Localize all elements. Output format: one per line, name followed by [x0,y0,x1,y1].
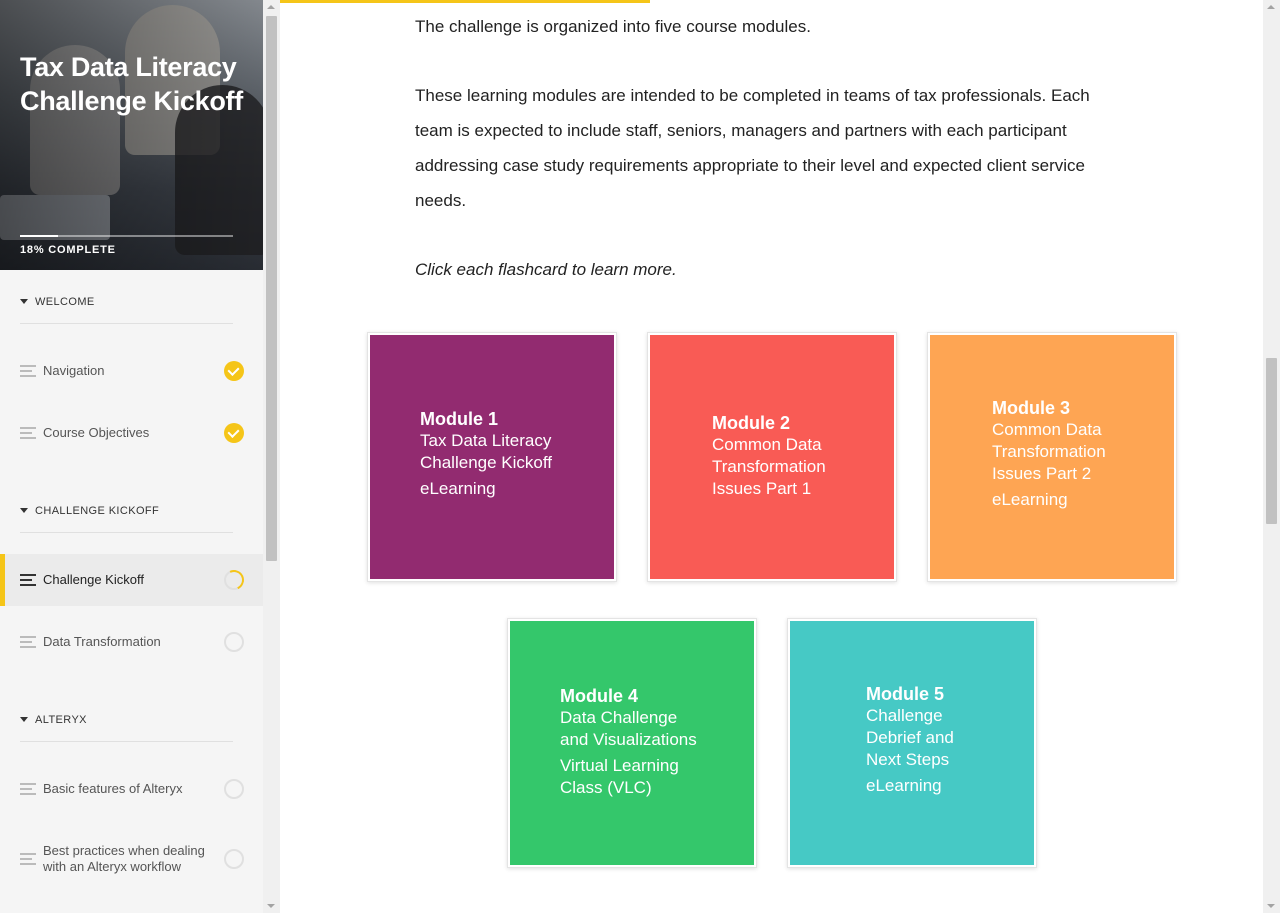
lesson-data-transformation[interactable]: Data Transformation [0,616,263,668]
lesson-basic-features-alteryx[interactable]: Basic features of Alteryx [0,763,263,815]
lesson-label: Best practices when dealing with an Alte… [43,843,205,874]
sidebar-scrollbar-thumb[interactable] [266,16,277,561]
progress-circle-icon [224,570,244,590]
empty-circle-icon [224,632,244,652]
section-header-challenge-kickoff[interactable]: CHALLENGE KICKOFF [20,499,233,533]
flashcard-title: Module 5 [866,684,945,704]
lesson-course-objectives[interactable]: Course Objectives [0,407,263,459]
check-circle-icon [224,361,244,381]
flashcard-body: Data Challenge and Visualizations [560,708,697,749]
flashcard-title: Module 1 [420,409,499,429]
flashcard-format: eLearning [420,479,496,498]
course-title: Tax Data Literacy Challenge Kickoff [20,52,243,116]
instruction-text: Click each flashcard to learn more. [415,260,677,279]
flashcard-module-3[interactable]: Module 3 Common Data Transformation Issu… [927,332,1177,582]
flashcard-title: Module 3 [992,398,1071,418]
lesson-label: Basic features of Alteryx [43,781,183,796]
flashcard-text: Module 2 Common Data Transformation Issu… [712,412,842,500]
section-label: CHALLENGE KICKOFF [35,505,160,517]
caret-down-icon [20,299,28,304]
check-circle-icon [224,423,244,443]
lesson-challenge-kickoff[interactable]: Challenge Kickoff [0,554,263,606]
flashcard-module-1[interactable]: Module 1 Tax Data Literacy Challenge Kic… [367,332,617,582]
caret-down-icon [20,508,28,513]
lesson-text-icon [20,365,36,377]
flashcard-body: Common Data Transformation Issues Part 2 [992,420,1106,483]
empty-circle-icon [224,849,244,869]
lesson-content: The challenge is organized into five cou… [280,0,1263,913]
lesson-label: Data Transformation [43,634,161,649]
scroll-down-icon[interactable] [1267,904,1275,908]
flashcard-text: Module 5 Challenge Debrief and Next Step… [866,683,966,797]
flashcard-format: Virtual Learning Class (VLC) [560,756,679,797]
flashcard-format: eLearning [992,490,1068,509]
flashcard-text: Module 3 Common Data Transformation Issu… [992,397,1122,511]
flashcard-text: Module 4 Data Challenge and Visualizatio… [560,685,710,799]
lesson-navigation[interactable]: Navigation [0,345,263,397]
content-scrollbar[interactable] [1263,0,1280,913]
flashcard-module-2[interactable]: Module 2 Common Data Transformation Issu… [647,332,897,582]
lesson-text-icon [20,574,36,586]
section-header-alteryx[interactable]: ALTERYX [20,708,233,742]
flashcard-body: Common Data Transformation Issues Part 1 [712,435,826,498]
lesson-text-icon [20,783,36,795]
section-label: ALTERYX [35,714,87,726]
flashcard-module-5[interactable]: Module 5 Challenge Debrief and Next Step… [787,618,1037,868]
scroll-up-icon[interactable] [267,5,275,9]
course-hero-image: Tax Data Literacy Challenge Kickoff 18% … [0,0,263,270]
lesson-text-icon [20,427,36,439]
lesson-label: Challenge Kickoff [43,572,144,587]
course-progress-label: 18% COMPLETE [20,244,116,256]
lesson-text-icon [20,853,36,865]
flashcard-module-4[interactable]: Module 4 Data Challenge and Visualizatio… [507,618,757,868]
section-label: WELCOME [35,296,95,308]
course-progress-bar [20,235,233,237]
flashcard-title: Module 4 [560,686,639,706]
course-sidebar: Tax Data Literacy Challenge Kickoff 18% … [0,0,263,913]
flashcard-format: eLearning [866,776,942,795]
lesson-progress-indicator [280,0,650,3]
sidebar-scrollbar[interactable] [263,0,280,913]
empty-circle-icon [224,779,244,799]
lesson-label: Course Objectives [43,425,150,440]
description-paragraph: These learning modules are intended to b… [415,86,1090,210]
flashcard-title: Module 2 [712,413,791,433]
flashcard-text: Module 1 Tax Data Literacy Challenge Kic… [420,408,570,500]
scroll-up-icon[interactable] [1267,5,1275,9]
intro-paragraph: The challenge is organized into five cou… [415,17,811,36]
lesson-label: Navigation [43,363,105,378]
flashcard-body: Challenge Debrief and Next Steps [866,706,954,769]
section-header-welcome[interactable]: WELCOME [20,290,233,324]
lesson-best-practices-alteryx[interactable]: Best practices when dealing with an Alte… [0,833,263,885]
flashcard-body: Tax Data Literacy Challenge Kickoff [420,431,552,472]
caret-down-icon [20,717,28,722]
course-progress-fill [20,235,59,237]
lesson-text-icon [20,636,36,648]
content-scrollbar-thumb[interactable] [1266,358,1277,524]
scroll-down-icon[interactable] [267,904,275,908]
